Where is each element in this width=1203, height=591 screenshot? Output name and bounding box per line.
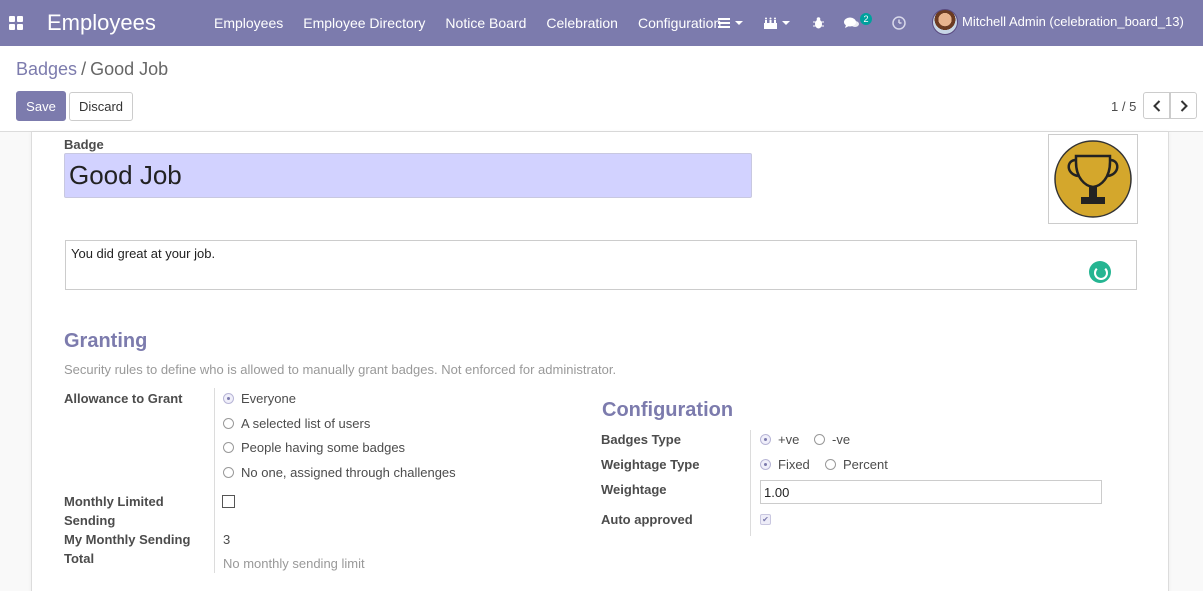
my-monthly-label-line1: My Monthly Sending bbox=[64, 532, 191, 547]
messages-count-badge: 2 bbox=[860, 13, 872, 25]
option-label: Fixed bbox=[778, 457, 810, 472]
bug-icon bbox=[813, 17, 824, 29]
option-label: No one, assigned through challenges bbox=[241, 465, 456, 480]
top-navbar: Employees Employees Employee Directory N… bbox=[0, 0, 1203, 46]
radio-selected-icon bbox=[223, 393, 234, 404]
option-label: -ve bbox=[832, 432, 851, 447]
auto-approved-label: Auto approved bbox=[601, 512, 693, 527]
user-menu[interactable]: Mitchell Admin (celebration_board_13) bbox=[962, 14, 1184, 29]
radio-icon bbox=[825, 459, 836, 470]
breadcrumb-current: Good Job bbox=[90, 59, 169, 79]
weightage-label: Weightage bbox=[601, 482, 667, 497]
radio-selected-icon bbox=[760, 459, 771, 470]
radio-icon bbox=[223, 467, 234, 478]
breadcrumb-badges-link[interactable]: Badges bbox=[16, 59, 77, 79]
weightage-type-percent[interactable]: Percent bbox=[825, 457, 888, 472]
main-menu: Employees Employee Directory Notice Boar… bbox=[204, 0, 731, 46]
save-button[interactable]: Save bbox=[16, 91, 66, 121]
option-label: Percent bbox=[843, 457, 888, 472]
badge-description-textarea[interactable]: You did great at your job. bbox=[65, 240, 1137, 290]
option-label: People having some badges bbox=[241, 440, 406, 455]
allowance-option-no-one[interactable]: No one, assigned through challenges bbox=[223, 465, 456, 480]
weightage-type-fixed[interactable]: Fixed bbox=[760, 457, 810, 472]
pager-previous-button[interactable] bbox=[1143, 92, 1170, 119]
configuration-section-title: Configuration bbox=[602, 399, 734, 421]
badges-type-positive[interactable]: +ve bbox=[760, 432, 799, 447]
chat-bubbles-icon bbox=[844, 17, 859, 28]
monthly-limited-label: Monthly Limited Sending bbox=[64, 492, 164, 530]
activities-button[interactable] bbox=[892, 0, 906, 46]
my-monthly-label-line2: Total bbox=[64, 551, 95, 566]
allowance-to-grant-label: Allowance to Grant bbox=[64, 391, 183, 406]
option-label: +ve bbox=[778, 432, 800, 447]
badge-image[interactable] bbox=[1048, 134, 1138, 224]
badge-name-input[interactable] bbox=[64, 153, 752, 198]
radio-icon bbox=[223, 418, 234, 429]
weightage-type-label: Weightage Type bbox=[601, 457, 700, 472]
avatar[interactable] bbox=[932, 9, 958, 35]
grammar-assistant-icon[interactable] bbox=[1089, 261, 1111, 283]
chevron-left-icon bbox=[1152, 99, 1160, 112]
badges-type-negative[interactable]: -ve bbox=[814, 432, 850, 447]
my-monthly-sending-label: My Monthly Sending Total bbox=[64, 530, 190, 568]
bars-icon bbox=[718, 18, 730, 28]
app-brand[interactable]: Employees bbox=[47, 10, 156, 36]
radio-icon bbox=[223, 442, 234, 453]
menu-employees[interactable]: Employees bbox=[204, 0, 293, 46]
discard-button[interactable]: Discard bbox=[69, 92, 133, 121]
badges-type-label: Badges Type bbox=[601, 432, 681, 447]
allowance-option-selected-users[interactable]: A selected list of users bbox=[223, 416, 370, 431]
monthly-limited-checkbox[interactable] bbox=[222, 495, 235, 508]
radio-icon bbox=[814, 434, 825, 445]
activity-dropdown[interactable] bbox=[764, 0, 790, 46]
cake-icon bbox=[764, 17, 777, 29]
pager-value[interactable]: 1 / 5 bbox=[1111, 99, 1136, 114]
control-panel: Badges / Good Job Save Discard 1 / 5 bbox=[0, 46, 1203, 132]
granting-section-title: Granting bbox=[64, 330, 148, 352]
badge-name-label: Badge bbox=[64, 137, 104, 152]
my-monthly-sending-value: 3 bbox=[223, 532, 231, 547]
menu-notice-board[interactable]: Notice Board bbox=[435, 0, 536, 46]
trophy-icon bbox=[1054, 140, 1132, 218]
apps-grid-icon[interactable] bbox=[9, 16, 23, 30]
allowance-option-some-badges[interactable]: People having some badges bbox=[223, 440, 405, 455]
messages-button[interactable]: 2 bbox=[844, 0, 872, 46]
no-monthly-limit-text: No monthly sending limit bbox=[223, 556, 365, 571]
breadcrumb-separator: / bbox=[81, 59, 87, 79]
pager-next-button[interactable] bbox=[1170, 92, 1197, 119]
menu-configuration[interactable]: Configuration bbox=[628, 0, 731, 46]
weightage-input[interactable] bbox=[760, 480, 1102, 504]
caret-down-icon bbox=[735, 21, 743, 25]
clock-icon bbox=[892, 16, 906, 30]
option-label: Everyone bbox=[241, 391, 296, 406]
field-divider bbox=[750, 430, 751, 536]
menu-employee-directory[interactable]: Employee Directory bbox=[293, 0, 435, 46]
menu-celebration[interactable]: Celebration bbox=[536, 0, 628, 46]
monthly-limited-label-line1: Monthly Limited bbox=[64, 494, 164, 509]
auto-approved-checkbox[interactable]: ✔ bbox=[760, 514, 771, 525]
breadcrumb: Badges / Good Job bbox=[16, 59, 168, 80]
list-menu-dropdown[interactable] bbox=[718, 0, 743, 46]
chevron-right-icon bbox=[1180, 99, 1188, 112]
granting-hint: Security rules to define who is allowed … bbox=[64, 362, 617, 377]
monthly-limited-label-line2: Sending bbox=[64, 513, 116, 528]
field-divider bbox=[214, 388, 215, 573]
radio-selected-icon bbox=[760, 434, 771, 445]
allowance-option-everyone[interactable]: Everyone bbox=[223, 391, 296, 406]
caret-down-icon bbox=[782, 21, 790, 25]
debug-button[interactable] bbox=[813, 0, 824, 46]
option-label: A selected list of users bbox=[241, 416, 371, 431]
form-sheet: Badge You did great at your job. Grantin… bbox=[31, 132, 1169, 591]
